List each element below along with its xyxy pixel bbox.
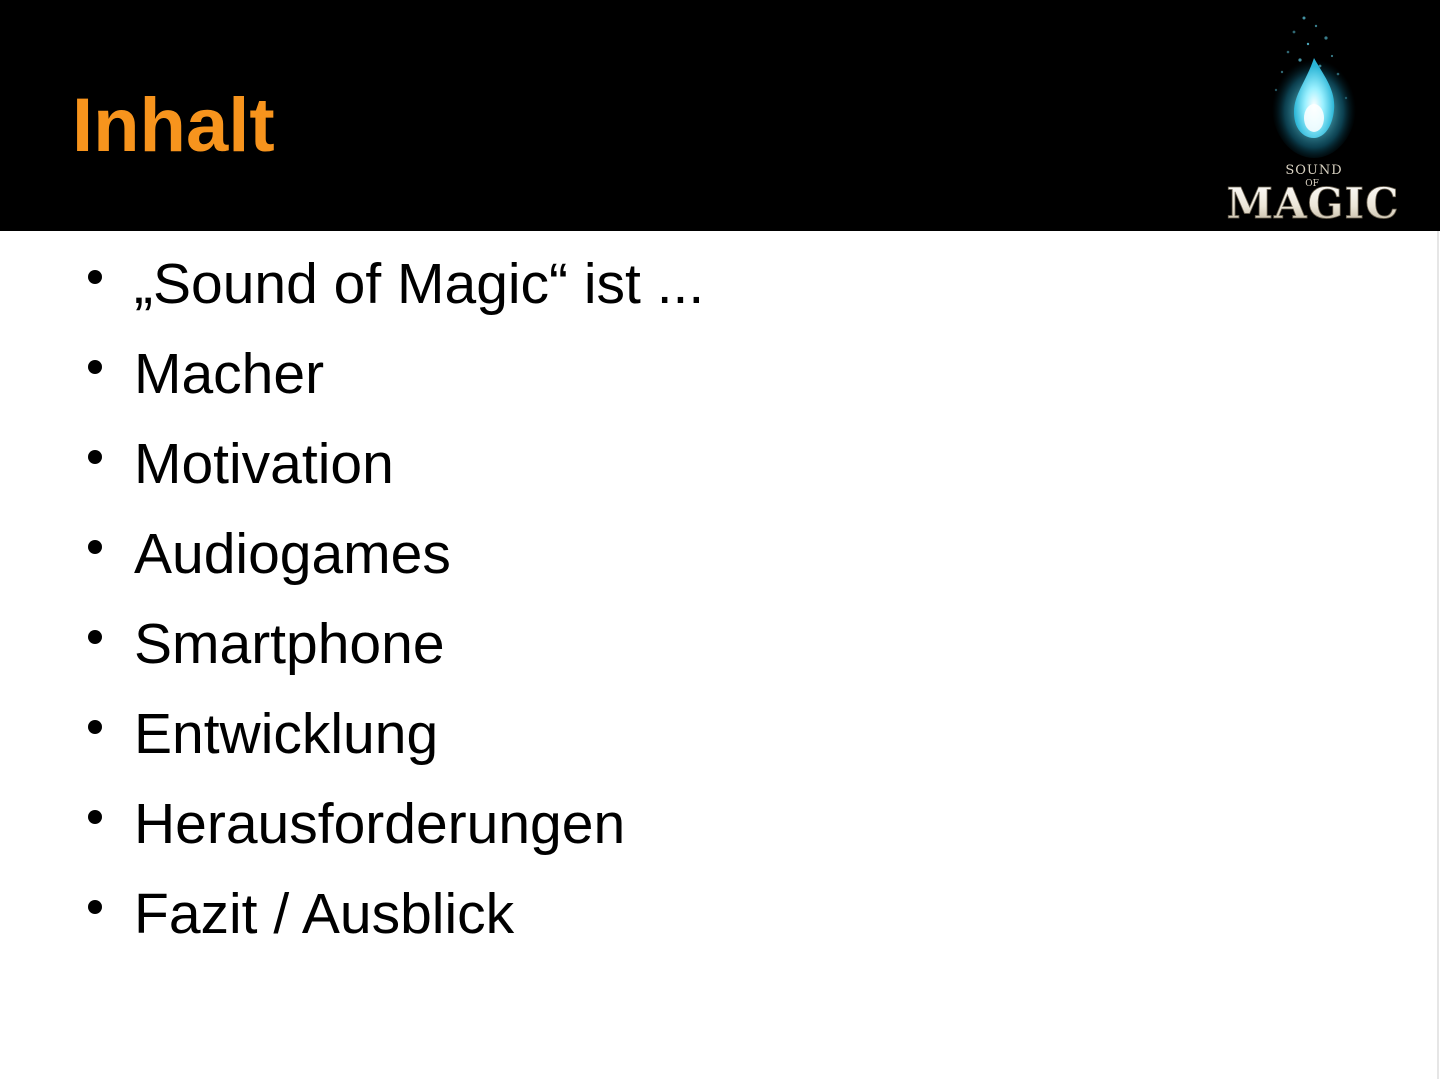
- bullet-icon: [88, 630, 102, 644]
- list-item-text: Audiogames: [134, 522, 451, 586]
- logo-text-magic: MAGIC: [1226, 179, 1399, 228]
- bullet-icon: [88, 810, 102, 824]
- list-item-text: Motivation: [134, 432, 394, 496]
- list-item-text: Macher: [134, 342, 325, 406]
- bullet-icon: [88, 270, 102, 284]
- list-item-text: „Sound of Magic“ ist ...: [134, 252, 705, 316]
- logo-text-sound: SOUND: [1285, 163, 1342, 178]
- list-item-text: Entwicklung: [134, 702, 439, 766]
- logo-graphic: SOUND OF MAGIC: [1226, 16, 1399, 228]
- presentation-slide: Inhalt SOUND OF MAGIC „Sound of Magic“ i…: [0, 0, 1440, 1079]
- list-item-text: Fazit / Ausblick: [134, 882, 515, 946]
- bullet-icon: [88, 540, 102, 554]
- sound-of-magic-logo: SOUND OF MAGIC: [1196, 8, 1428, 228]
- bullet-icon: [88, 720, 102, 734]
- bullet-icon: [88, 450, 102, 464]
- list-item-text: Smartphone: [134, 612, 445, 676]
- bullet-icon: [88, 900, 102, 914]
- slide-title: Inhalt: [72, 83, 275, 168]
- slide-header: Inhalt SOUND OF MAGIC: [0, 0, 1440, 231]
- bullet-icon: [88, 360, 102, 374]
- slide-edge-line: [1437, 231, 1439, 1079]
- list-item-text: Herausforderungen: [134, 792, 626, 856]
